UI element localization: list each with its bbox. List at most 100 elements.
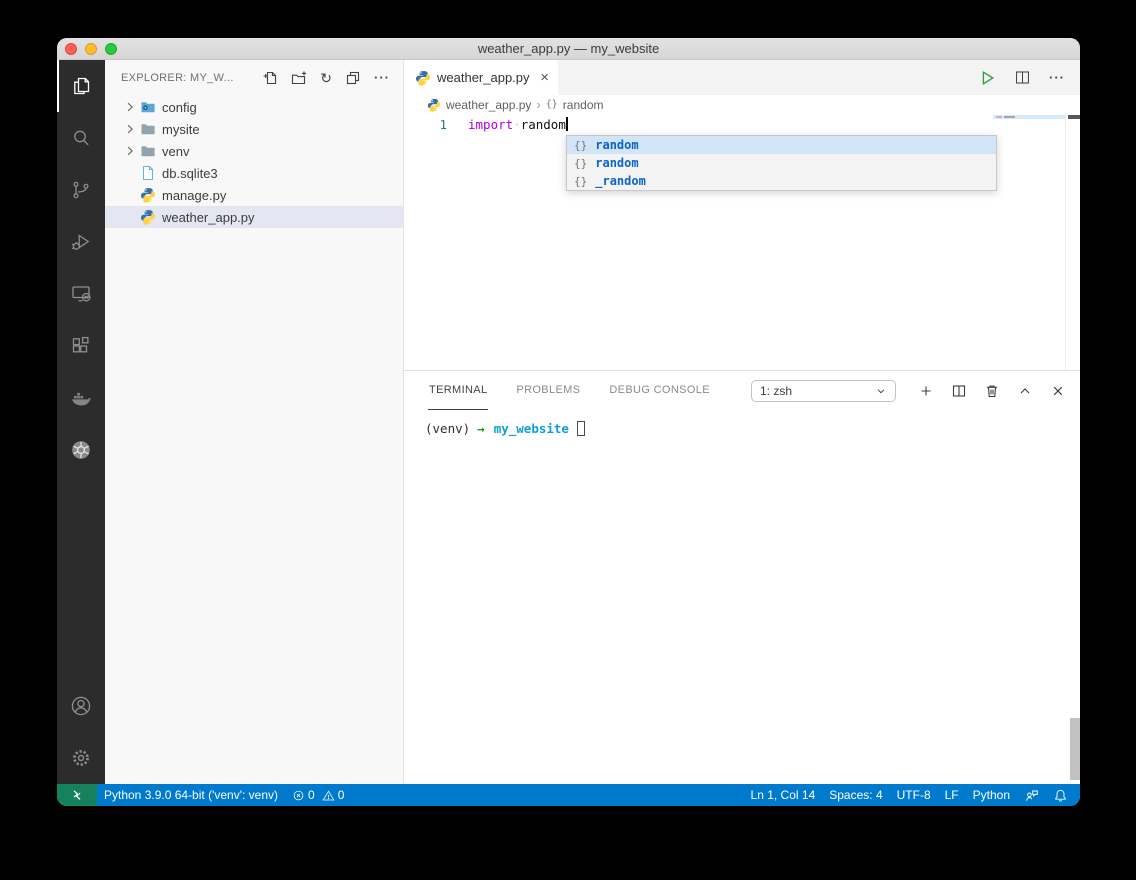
activity-bar-spacer bbox=[57, 476, 105, 680]
text-cursor bbox=[566, 117, 568, 131]
error-count: 0 bbox=[308, 788, 315, 802]
shell-select-value: 1: zsh bbox=[760, 384, 792, 398]
split-terminal-icon[interactable] bbox=[951, 383, 967, 399]
folder-icon bbox=[140, 143, 156, 159]
source-control-icon[interactable] bbox=[57, 164, 105, 216]
error-icon bbox=[292, 789, 305, 802]
feedback-icon[interactable] bbox=[1017, 784, 1046, 806]
tree-item-weather-app-py[interactable]: weather_app.py bbox=[105, 206, 403, 228]
namespace-icon: {} bbox=[574, 175, 587, 188]
tab-problems[interactable]: PROBLEMS bbox=[515, 371, 581, 410]
namespace-icon: {} bbox=[546, 99, 558, 110]
run-python-file-icon[interactable] bbox=[978, 69, 996, 87]
chevron-right-icon[interactable] bbox=[122, 143, 138, 159]
suggest-label: random bbox=[595, 138, 638, 152]
new-file-icon[interactable] bbox=[262, 70, 278, 86]
tree-item-label: db.sqlite3 bbox=[162, 166, 218, 181]
tree-item-mysite[interactable]: mysite bbox=[105, 118, 403, 140]
breadcrumb: weather_app.py › {} random bbox=[404, 95, 1080, 114]
python-interpreter-status[interactable]: Python 3.9.0 64-bit ('venv': venv) bbox=[97, 784, 285, 806]
tree-item-venv[interactable]: venv bbox=[105, 140, 403, 162]
remote-icon bbox=[70, 788, 84, 802]
terminal-arrow: → bbox=[477, 420, 485, 437]
tree-item-config[interactable]: config bbox=[105, 96, 403, 118]
search-icon[interactable] bbox=[57, 112, 105, 164]
suggest-widget: {} random {} random {} _random bbox=[566, 135, 997, 191]
tab-weather-app-py[interactable]: weather_app.py × bbox=[404, 60, 558, 95]
breadcrumb-file[interactable]: weather_app.py bbox=[446, 98, 531, 112]
run-and-debug-icon[interactable] bbox=[57, 216, 105, 268]
split-editor-icon[interactable] bbox=[1014, 69, 1031, 86]
eol-status[interactable]: LF bbox=[938, 784, 966, 806]
folder-config-icon bbox=[140, 99, 156, 115]
settings-gear-icon[interactable] bbox=[57, 732, 105, 784]
extensions-icon[interactable] bbox=[57, 320, 105, 372]
whitespace-dot: · bbox=[513, 117, 521, 132]
tree-item-label: mysite bbox=[162, 122, 200, 137]
chevron-right-icon[interactable] bbox=[122, 99, 138, 115]
indent-spacer bbox=[122, 187, 138, 203]
warning-count: 0 bbox=[338, 788, 345, 802]
desktop: { "window": { "title": "weather_app.py —… bbox=[0, 0, 1136, 880]
problems-status[interactable]: 0 0 bbox=[285, 784, 351, 806]
collapse-folders-icon[interactable] bbox=[345, 70, 361, 86]
more-editor-actions-icon[interactable]: ··· bbox=[1049, 71, 1065, 84]
suggest-item[interactable]: {} random bbox=[567, 136, 996, 154]
line-numbers: 1 bbox=[404, 114, 468, 370]
more-actions-icon[interactable]: ··· bbox=[374, 71, 390, 84]
terminal-shell-select[interactable]: 1: zsh bbox=[751, 380, 896, 402]
namespace-icon: {} bbox=[574, 157, 587, 170]
notifications-bell-icon[interactable] bbox=[1046, 784, 1075, 806]
terminal-view[interactable]: (venv) → my_website bbox=[404, 410, 1080, 784]
language-mode-status[interactable]: Python bbox=[966, 784, 1017, 806]
breadcrumb-separator: › bbox=[536, 97, 540, 112]
title-bar: weather_app.py — my_website bbox=[57, 38, 1080, 60]
tree-item-label: manage.py bbox=[162, 188, 226, 203]
workbench: EXPLORER: MY_W... ↻ ··· config bbox=[57, 60, 1080, 784]
activity-bar bbox=[57, 60, 105, 784]
explorer-header: EXPLORER: MY_W... ↻ ··· bbox=[105, 60, 403, 95]
bottom-panel: TERMINAL PROBLEMS DEBUG CONSOLE 1: zsh bbox=[404, 370, 1080, 784]
remote-explorer-icon[interactable] bbox=[57, 268, 105, 320]
kill-terminal-icon[interactable] bbox=[984, 383, 1000, 399]
indent-spacer bbox=[122, 165, 138, 181]
python-file-icon bbox=[415, 70, 431, 86]
panel-header: TERMINAL PROBLEMS DEBUG CONSOLE 1: zsh bbox=[404, 371, 1080, 410]
status-bar: Python 3.9.0 64-bit ('venv': venv) 0 0 L… bbox=[57, 784, 1080, 806]
suggest-item[interactable]: {} _random bbox=[567, 172, 996, 190]
tree-item-label: venv bbox=[162, 144, 189, 159]
encoding-status[interactable]: UTF-8 bbox=[890, 784, 938, 806]
explorer-icon[interactable] bbox=[57, 60, 105, 112]
tree-item-manage-py[interactable]: manage.py bbox=[105, 184, 403, 206]
status-bar-right: Ln 1, Col 14 Spaces: 4 UTF-8 LF Python bbox=[744, 784, 1080, 806]
tree-item-db-sqlite3[interactable]: db.sqlite3 bbox=[105, 162, 403, 184]
refresh-explorer-icon[interactable]: ↻ bbox=[320, 71, 332, 85]
namespace-icon: {} bbox=[574, 139, 587, 152]
panel-scrollbar[interactable] bbox=[1070, 718, 1080, 780]
new-terminal-icon[interactable] bbox=[918, 383, 934, 399]
code-editor[interactable]: 1 import·random {} random {} random {} _… bbox=[404, 114, 1080, 370]
tab-terminal[interactable]: TERMINAL bbox=[428, 371, 488, 410]
close-panel-icon[interactable] bbox=[1050, 383, 1066, 399]
tree-item-label: config bbox=[162, 100, 197, 115]
close-tab-icon[interactable]: × bbox=[540, 70, 549, 85]
chevron-down-icon bbox=[875, 385, 887, 397]
terminal-cwd: my_website bbox=[494, 420, 569, 437]
new-folder-icon[interactable] bbox=[291, 70, 307, 86]
maximize-panel-icon[interactable] bbox=[1017, 383, 1033, 399]
suggest-label: _random bbox=[595, 174, 646, 188]
cursor-position-status[interactable]: Ln 1, Col 14 bbox=[744, 784, 823, 806]
tree-item-label: weather_app.py bbox=[162, 210, 255, 225]
kubernetes-icon[interactable] bbox=[57, 424, 105, 476]
breadcrumb-symbol[interactable]: random bbox=[563, 98, 604, 112]
tab-debug-console[interactable]: DEBUG CONSOLE bbox=[608, 371, 711, 410]
indentation-status[interactable]: Spaces: 4 bbox=[822, 784, 889, 806]
chevron-right-icon[interactable] bbox=[122, 121, 138, 137]
code-content: import·random bbox=[468, 114, 568, 370]
suggest-item[interactable]: {} random bbox=[567, 154, 996, 172]
minimap-current-line bbox=[993, 115, 1066, 119]
explorer-title: EXPLORER: MY_W... bbox=[121, 72, 262, 84]
accounts-icon[interactable] bbox=[57, 680, 105, 732]
docker-icon[interactable] bbox=[57, 372, 105, 424]
remote-indicator[interactable] bbox=[57, 784, 97, 806]
